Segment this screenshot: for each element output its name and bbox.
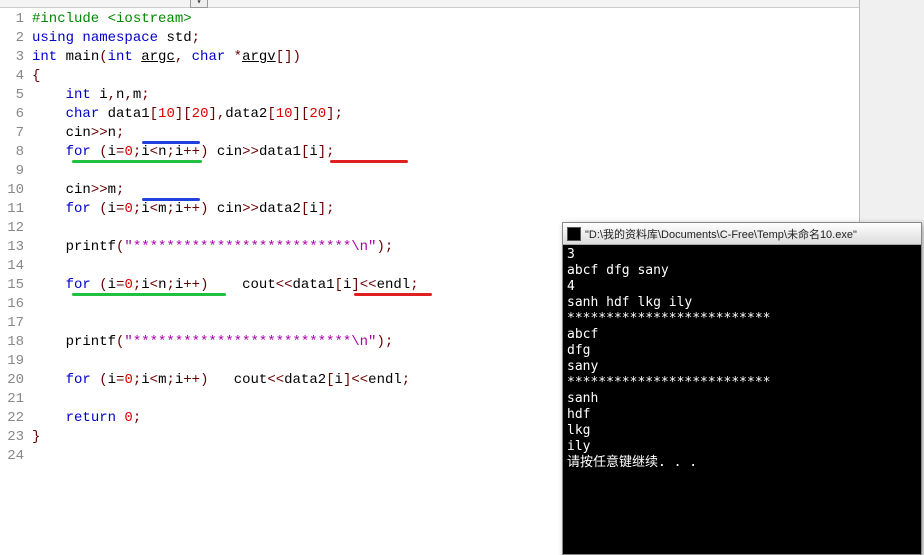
line-number: 17: [0, 314, 32, 333]
code-text[interactable]: for (i=0;i<m;i++) cin>>data2[i];: [32, 200, 335, 219]
code-line[interactable]: 6 char data1[10][20],data2[10][20];: [0, 105, 859, 124]
code-text[interactable]: }: [32, 428, 40, 447]
code-line[interactable]: 2using namespace std;: [0, 29, 859, 48]
code-text[interactable]: cin>>n;: [32, 124, 124, 143]
line-number: 13: [0, 238, 32, 257]
console-output-line: sanh: [567, 391, 917, 407]
console-output-line: 请按任意键继续. . .: [567, 455, 917, 471]
line-number: 15: [0, 276, 32, 295]
console-output-line: abcf dfg sany: [567, 263, 917, 279]
line-number: 20: [0, 371, 32, 390]
code-line[interactable]: 10 cin>>m;: [0, 181, 859, 200]
code-text[interactable]: for (i=0;i<m;i++) cout<<data2[i]<<endl;: [32, 371, 410, 390]
code-text[interactable]: int i,n,m;: [32, 86, 150, 105]
line-number: 16: [0, 295, 32, 314]
line-number: 23: [0, 428, 32, 447]
line-number: 12: [0, 219, 32, 238]
line-number: 3: [0, 48, 32, 67]
code-line[interactable]: 4{: [0, 67, 859, 86]
code-line[interactable]: 5 int i,n,m;: [0, 86, 859, 105]
code-text[interactable]: char data1[10][20],data2[10][20];: [32, 105, 343, 124]
line-number: 14: [0, 257, 32, 276]
console-window[interactable]: "D:\我的资料库\Documents\C-Free\Temp\未命名10.ex…: [562, 222, 922, 555]
console-output-line: sany: [567, 359, 917, 375]
console-output-line: abcf: [567, 327, 917, 343]
line-number: 18: [0, 333, 32, 352]
code-text[interactable]: #include <iostream>: [32, 10, 192, 29]
console-output-line: dfg: [567, 343, 917, 359]
console-output-line: **************************: [567, 311, 917, 327]
console-output-line: 4: [567, 279, 917, 295]
console-output-line: sanh hdf lkg ily: [567, 295, 917, 311]
line-number: 8: [0, 143, 32, 162]
line-number: 21: [0, 390, 32, 409]
line-number: 6: [0, 105, 32, 124]
line-number: 5: [0, 86, 32, 105]
console-icon: [567, 227, 581, 241]
code-text[interactable]: using namespace std;: [32, 29, 200, 48]
code-line[interactable]: 1#include <iostream>: [0, 10, 859, 29]
tab-strip: ▾: [0, 0, 859, 8]
code-line[interactable]: 9: [0, 162, 859, 181]
line-number: 24: [0, 447, 32, 466]
console-output-line: ily: [567, 439, 917, 455]
console-output-line: lkg: [567, 423, 917, 439]
code-line[interactable]: 8 for (i=0;i<n;i++) cin>>data1[i];: [0, 143, 859, 162]
code-text[interactable]: for (i=0;i<n;i++) cin>>data1[i];: [32, 143, 335, 162]
line-number: 2: [0, 29, 32, 48]
console-output-line: 3: [567, 247, 917, 263]
code-line[interactable]: 11 for (i=0;i<m;i++) cin>>data2[i];: [0, 200, 859, 219]
line-number: 10: [0, 181, 32, 200]
console-output-line: hdf: [567, 407, 917, 423]
code-line[interactable]: 3int main(int argc, char *argv[]): [0, 48, 859, 67]
line-number: 1: [0, 10, 32, 29]
code-text[interactable]: cin>>m;: [32, 181, 124, 200]
line-number: 22: [0, 409, 32, 428]
console-output-line: **************************: [567, 375, 917, 391]
console-titlebar[interactable]: "D:\我的资料库\Documents\C-Free\Temp\未命名10.ex…: [563, 223, 921, 245]
console-body[interactable]: 3abcf dfg sany4sanh hdf lkg ily*********…: [563, 245, 921, 554]
code-text[interactable]: int main(int argc, char *argv[]): [32, 48, 301, 67]
code-text[interactable]: return 0;: [32, 409, 141, 428]
code-text[interactable]: {: [32, 67, 40, 86]
tab-dropdown-icon[interactable]: ▾: [190, 0, 208, 8]
line-number: 4: [0, 67, 32, 86]
line-number: 19: [0, 352, 32, 371]
line-number: 7: [0, 124, 32, 143]
code-text[interactable]: printf("**************************\n");: [32, 238, 393, 257]
console-title-text: "D:\我的资料库\Documents\C-Free\Temp\未命名10.ex…: [585, 226, 857, 242]
line-number: 11: [0, 200, 32, 219]
line-number: 9: [0, 162, 32, 181]
code-text[interactable]: for (i=0;i<n;i++) cout<<data1[i]<<endl;: [32, 276, 419, 295]
code-text[interactable]: printf("**************************\n");: [32, 333, 393, 352]
code-line[interactable]: 7 cin>>n;: [0, 124, 859, 143]
